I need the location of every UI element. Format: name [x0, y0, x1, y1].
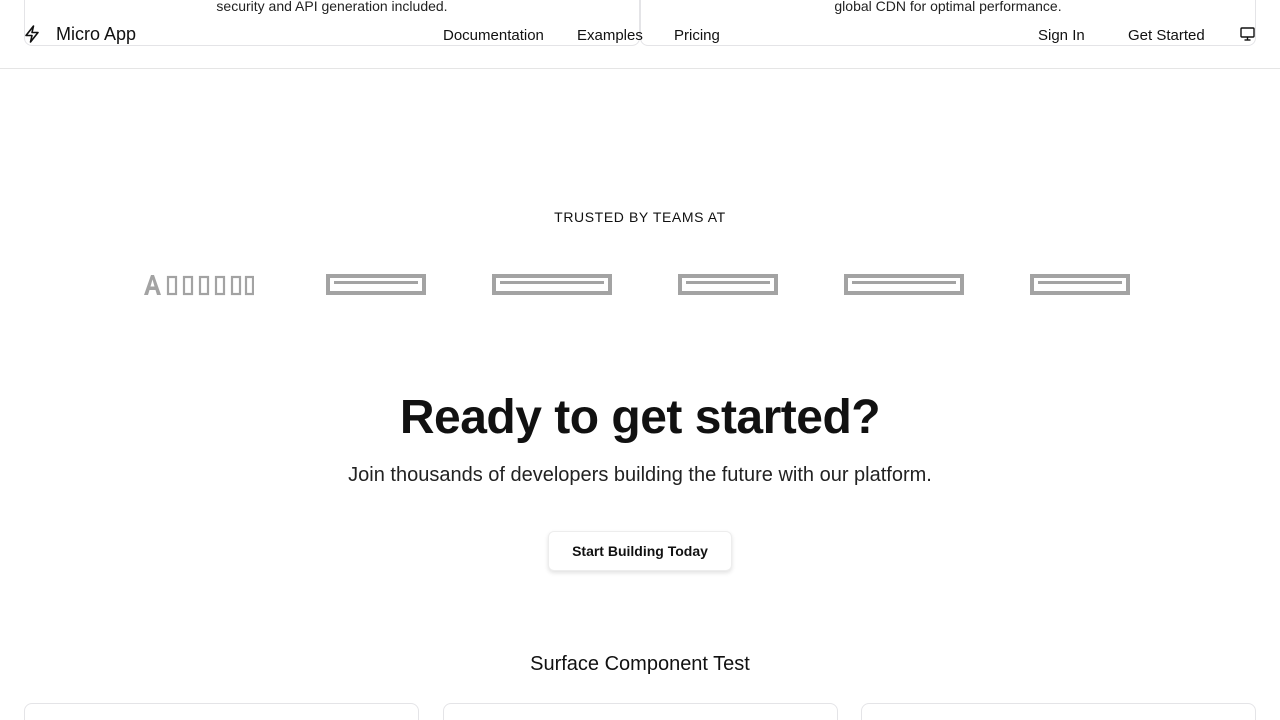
section-title: Surface Component Test	[530, 653, 750, 675]
surface-card	[24, 703, 419, 720]
surface-card	[861, 703, 1256, 720]
sign-in-button[interactable]: Sign In	[1038, 27, 1085, 44]
start-building-button[interactable]: Start Building Today	[548, 531, 732, 571]
cta-subtitle: Join thousands of developers building th…	[348, 464, 932, 486]
brand-name[interactable]: Micro App	[56, 24, 136, 45]
company-logo	[326, 274, 426, 295]
company-logo	[844, 274, 964, 295]
company-logo	[678, 274, 778, 295]
bolt-icon	[25, 25, 39, 43]
nav-documentation[interactable]: Documentation	[443, 27, 544, 44]
cta-heading: Ready to get started?	[399, 391, 881, 444]
surface-card	[443, 703, 838, 720]
company-logo	[492, 274, 612, 295]
monitor-icon[interactable]	[1240, 27, 1255, 41]
company-logo	[1030, 274, 1130, 295]
site-header: Micro App Documentation Examples Pricing…	[0, 0, 1280, 69]
trusted-heading: TRUSTED BY TEAMS AT	[554, 209, 726, 225]
get-started-button[interactable]: Get Started	[1128, 27, 1205, 44]
nav-examples[interactable]: Examples	[577, 27, 643, 44]
company-logo	[144, 275, 254, 296]
nav-pricing[interactable]: Pricing	[674, 27, 720, 44]
